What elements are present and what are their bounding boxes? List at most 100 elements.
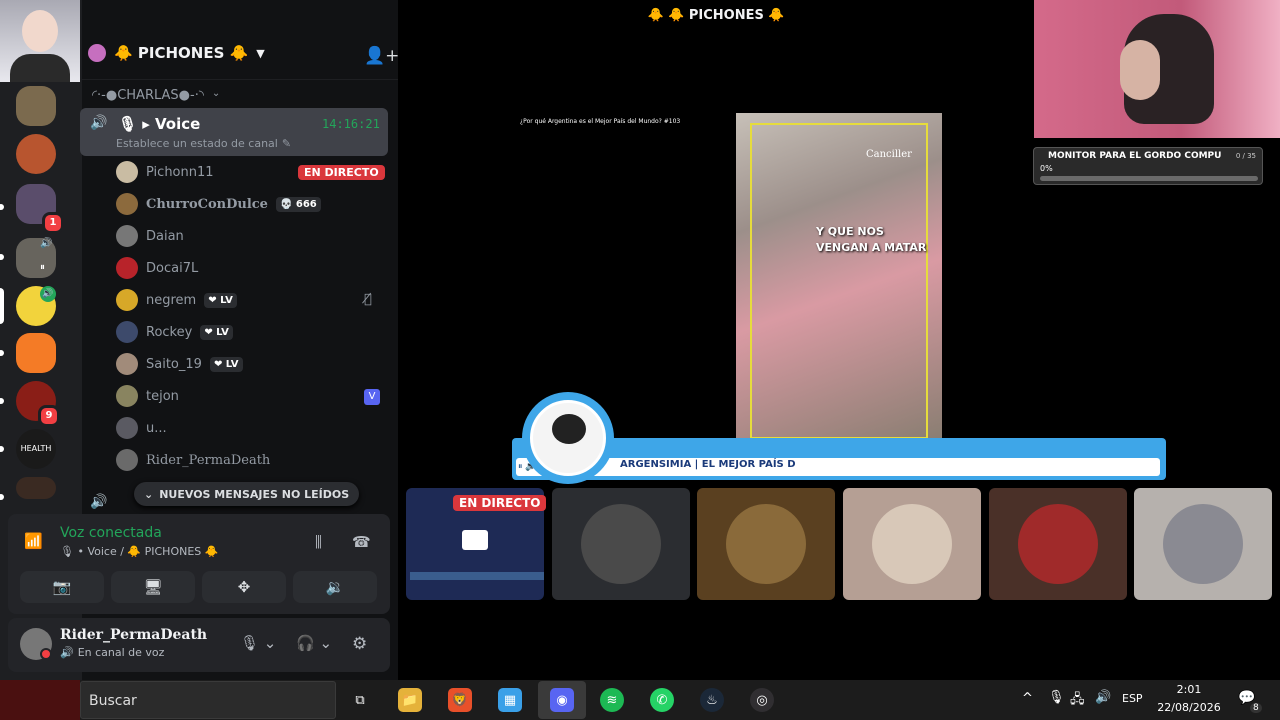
store-icon[interactable]: ▦	[498, 688, 522, 712]
server-icon-2[interactable]	[16, 134, 56, 174]
volume-icon[interactable]: 🔊	[1095, 690, 1111, 705]
voice-member[interactable]: ChurroConDulce 💀 666	[116, 191, 321, 217]
speaker-icon: 🔊	[40, 286, 56, 302]
avatar	[116, 385, 138, 407]
channel-name: 🎙 ▸ Voice	[118, 115, 201, 133]
whatsapp-icon[interactable]: ✆	[650, 688, 674, 712]
voice-member[interactable]: Docai7L	[116, 255, 198, 281]
live-badge: EN DIRECTO	[298, 165, 385, 180]
activities-button[interactable]: ✥	[202, 571, 286, 603]
avatar	[116, 321, 138, 343]
disconnect-icon[interactable]: ☎	[352, 533, 371, 551]
avatar	[872, 504, 952, 584]
voice-member[interactable]: Rider_PermaDeath	[116, 447, 270, 473]
mic-button[interactable]: 🎙 ⌄	[240, 634, 276, 652]
goal-progress-bar	[1040, 176, 1258, 181]
tray-chevron-icon[interactable]: ^	[1022, 691, 1033, 706]
user-status-text: En canal de voz	[77, 646, 165, 659]
avatar	[116, 417, 138, 439]
goal-overlay: MONITOR PARA EL GORDO COMPU 0 / 35 0%	[1033, 147, 1263, 185]
mic-tray-icon[interactable]: 🎙	[1048, 690, 1065, 705]
chevron-down-icon: ▼	[256, 46, 265, 60]
discord-icon[interactable]: ◉	[550, 688, 574, 712]
participant-tile[interactable]	[552, 488, 690, 600]
channel-timer: 14:16:21	[322, 117, 380, 131]
language-indicator[interactable]: ESP	[1122, 692, 1143, 705]
brave-icon[interactable]: 🦁	[448, 688, 472, 712]
avatar	[116, 257, 138, 279]
muted-mic-icon: 🎙̸	[364, 292, 372, 307]
voice-location[interactable]: 🎙 • Voice / 🐥 PICHONES 🐥	[60, 545, 218, 558]
server-icon-health[interactable]: HEALTH	[16, 429, 56, 469]
screen-share-button[interactable]: 🖥	[111, 571, 195, 603]
voice-member[interactable]: negrem ❤ LV	[116, 287, 237, 313]
server-header[interactable]: 🐥 PICHONES 🐥 ▼	[88, 44, 265, 62]
pause-icon: ⏸	[40, 262, 45, 273]
speaker-icon: 🔊	[40, 238, 53, 249]
goal-count: 0 / 35	[1235, 152, 1256, 160]
member-name: u...	[146, 420, 167, 436]
live-badge: EN DIRECTO	[453, 495, 547, 511]
taskbar-search[interactable]: Buscar	[80, 681, 336, 719]
chevron-down-icon: ⌄	[211, 88, 221, 99]
channel-status[interactable]: Establece un estado de canal ✎	[116, 137, 291, 150]
server-name: 🐥 PICHONES 🐥	[114, 44, 249, 62]
clock-date[interactable]: 22/08/2026	[1156, 701, 1222, 714]
avatar	[116, 353, 138, 375]
steam-icon[interactable]: ♨	[700, 688, 724, 712]
screen-share-icon: 🖥	[143, 578, 163, 596]
task-view-icon[interactable]: ⧉	[348, 688, 372, 712]
clock-time[interactable]: 2:01	[1156, 683, 1222, 696]
participant-tile[interactable]	[989, 488, 1127, 600]
headphones-button[interactable]: 🎧 ⌄	[296, 634, 332, 652]
voice-member[interactable]: u...	[116, 415, 167, 441]
ticker-text: ARGENSIMIA | EL MEJOR PAÍS D	[620, 459, 796, 470]
server-icon-1[interactable]	[16, 86, 56, 126]
server-icon-3[interactable]	[16, 333, 56, 373]
notification-count: 8	[1250, 703, 1262, 713]
camera-off-button[interactable]: 📷	[20, 571, 104, 603]
server-boost-icon	[88, 44, 106, 62]
participant-tile[interactable]	[843, 488, 981, 600]
user-status: 🔊 En canal de voz	[60, 646, 164, 659]
video-title: ¿Por qué Argentina es el Mejor País del …	[520, 118, 681, 125]
pencil-icon: ✎	[281, 137, 292, 150]
new-messages-pill[interactable]: ⌄ NUEVOS MENSAJES NO LEÍDOS	[134, 482, 360, 506]
voice-member[interactable]: Pichonn11	[116, 159, 214, 185]
server-icon-doom[interactable]	[16, 477, 56, 499]
camera-off-icon: 📷	[52, 578, 72, 596]
settings-gear-icon[interactable]: ⚙	[352, 634, 367, 654]
video-caption: Y QUE NOS	[816, 225, 884, 238]
participant-tile[interactable]	[1134, 488, 1272, 600]
soundboard-button[interactable]: 🔉	[293, 571, 377, 603]
voice-member[interactable]: Daian	[116, 223, 184, 249]
obs-icon[interactable]: ◎	[750, 688, 774, 712]
member-name: negrem	[146, 292, 197, 308]
avatar	[116, 161, 138, 183]
voice-member[interactable]: Rockey ❤ LV	[116, 319, 233, 345]
member-name: Pichonn11	[146, 164, 214, 180]
taskbar-thumbnail	[0, 680, 80, 720]
avatar	[1018, 504, 1098, 584]
stream-video[interactable]: Canciller Y QUE NOS VENGAN A MATAR	[736, 113, 942, 439]
voice-member[interactable]: tejon	[116, 383, 179, 409]
speaker-icon: 🔊	[90, 115, 108, 131]
network-icon[interactable]: 🖧	[1070, 690, 1085, 712]
member-tag: 💀 666	[275, 196, 321, 212]
activities-icon: ✥	[237, 578, 251, 596]
channel-category[interactable]: ◜·-●CHARLAS●-·◝ ⌄	[92, 88, 220, 103]
voice-member[interactable]: Saito_19 ❤ LV	[116, 351, 243, 377]
video-watermark: Canciller	[866, 149, 912, 160]
member-name: ChurroConDulce	[146, 196, 268, 212]
dnd-status-icon	[40, 648, 52, 660]
noise-suppression-icon[interactable]: ⫼	[315, 533, 322, 551]
spotify-icon[interactable]: ≋	[600, 688, 624, 712]
member-tag: ❤ LV	[200, 324, 233, 340]
speaker-icon: 🔊	[90, 494, 108, 510]
file-explorer-icon[interactable]: 📁	[398, 688, 422, 712]
search-placeholder: Buscar	[89, 693, 137, 709]
invite-user-icon[interactable]: 👤+	[364, 46, 399, 66]
participant-tile[interactable]	[697, 488, 835, 600]
goal-percent: 0%	[1040, 164, 1053, 173]
soundboard-icon: 🔉	[325, 578, 345, 596]
